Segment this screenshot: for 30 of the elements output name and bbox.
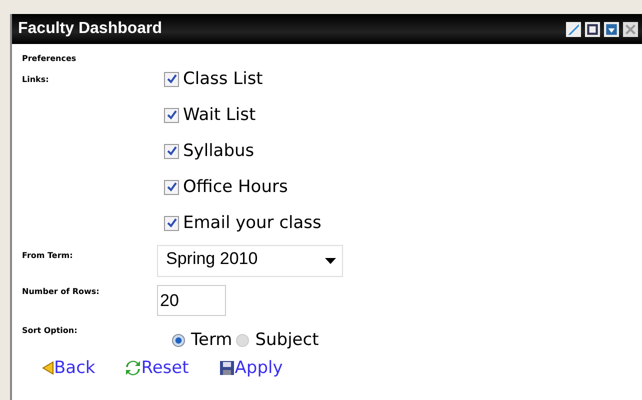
check-icon — [166, 217, 178, 229]
rows-label: Number of Rows: — [22, 286, 100, 296]
term-select[interactable]: Spring 2010 — [157, 245, 343, 277]
close-icon[interactable] — [623, 22, 638, 36]
check-icon — [166, 145, 178, 157]
link-checkbox[interactable]: Office Hours — [164, 169, 642, 205]
check-icon — [166, 181, 178, 193]
link-checkbox[interactable]: Wait List — [164, 97, 642, 133]
apply-link[interactable]: Apply — [218, 358, 283, 378]
triangle-icon — [42, 361, 54, 375]
sort-radio[interactable]: Term — [172, 330, 232, 350]
edit-icon[interactable] — [566, 22, 581, 36]
link-checkbox[interactable]: Class List — [164, 61, 642, 97]
from-term-label: From Term: — [22, 250, 74, 260]
section-title: Preferences — [22, 54, 78, 63]
reset-link[interactable]: Reset — [125, 358, 189, 378]
link-checkbox[interactable]: Email your class — [164, 205, 642, 241]
dropdown-arrow-icon[interactable] — [325, 258, 336, 264]
link-checkbox[interactable]: Syllabus — [164, 133, 642, 169]
restore-icon[interactable] — [604, 22, 619, 36]
maximize-icon[interactable] — [585, 22, 600, 36]
refresh-icon — [125, 360, 142, 376]
links-label: Links: — [22, 74, 50, 84]
sort-radio[interactable]: Subject — [236, 330, 319, 350]
rows-input[interactable]: 20 — [157, 285, 226, 316]
check-icon — [166, 73, 178, 85]
check-icon — [166, 109, 178, 121]
back-link[interactable]: Back — [42, 358, 96, 378]
window-title: Faculty Dashboard — [18, 20, 162, 38]
sort-label: Sort Option: — [22, 325, 78, 335]
